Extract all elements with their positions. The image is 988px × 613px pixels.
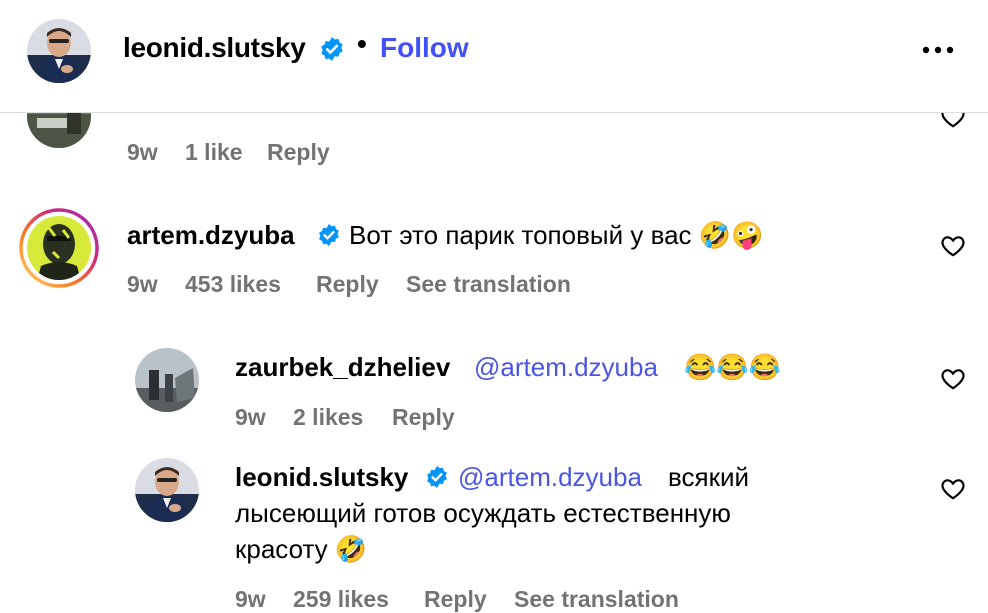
more-options-icon[interactable] — [918, 35, 958, 65]
comment-age: 9w — [235, 586, 266, 612]
reply-button[interactable]: Reply — [267, 139, 330, 166]
profile-avatar[interactable] — [27, 19, 91, 83]
comment-text: 😂😂😂 — [684, 352, 782, 382]
verified-badge-icon — [425, 465, 449, 489]
reply-slutsky: leonid.slutsky @artem.dzyuba всякий лысе… — [0, 450, 988, 612]
comment-text-line1: всякий — [668, 462, 750, 492]
comment-text-line3: красоту 🤣 — [235, 534, 368, 564]
like-count[interactable]: 453 likes — [185, 271, 281, 298]
commenter-avatar-story-ring[interactable] — [19, 208, 99, 288]
commenter-avatar[interactable] — [135, 458, 199, 522]
follow-button[interactable]: Follow — [380, 32, 469, 64]
like-count[interactable]: 1 like — [185, 139, 243, 166]
post-header: leonid.slutsky • Follow — [0, 0, 988, 113]
comment-age: 9w — [127, 271, 158, 297]
comment-meta: 9w — [127, 139, 158, 166]
comment-dzyuba: artem.dzyuba Вот это парик топовый у вас… — [0, 200, 988, 310]
mention-link[interactable]: @artem.dzyuba — [474, 352, 658, 383]
commenter-avatar[interactable] — [135, 348, 199, 412]
header-username[interactable]: leonid.slutsky — [123, 32, 306, 64]
verified-badge-icon — [317, 223, 341, 247]
like-count[interactable]: 2 likes — [293, 404, 363, 431]
like-count[interactable]: 259 likes — [293, 586, 389, 613]
heart-icon[interactable] — [940, 476, 966, 502]
comment-partial: 9w 1 like Reply — [0, 84, 988, 172]
comment-username[interactable]: zaurbek_dzheliev — [235, 352, 450, 383]
reply-button[interactable]: Reply — [392, 404, 455, 431]
comment-text-line2: лысеющий готов осуждать естественную — [235, 498, 731, 528]
reply-button[interactable]: Reply — [316, 271, 379, 298]
comment-age: 9w — [127, 139, 158, 165]
reply-zaurbek: zaurbek_dzheliev @artem.dzyuba 😂😂😂 9w 2 … — [0, 340, 988, 440]
heart-icon[interactable] — [940, 366, 966, 392]
reply-button[interactable]: Reply — [424, 586, 487, 613]
comment-username[interactable]: artem.dzyuba — [127, 220, 295, 251]
comment-username[interactable]: leonid.slutsky — [235, 462, 408, 493]
comment-text: Вот это парик топовый у вас 🤣🤪 — [349, 220, 764, 250]
see-translation-button[interactable]: See translation — [514, 586, 679, 613]
heart-icon[interactable] — [940, 233, 966, 259]
mention-link[interactable]: @artem.dzyuba — [458, 462, 642, 493]
separator-dot: • — [357, 28, 367, 59]
comment-age: 9w — [235, 404, 266, 430]
verified-badge-icon — [319, 36, 345, 62]
see-translation-button[interactable]: See translation — [406, 271, 571, 298]
